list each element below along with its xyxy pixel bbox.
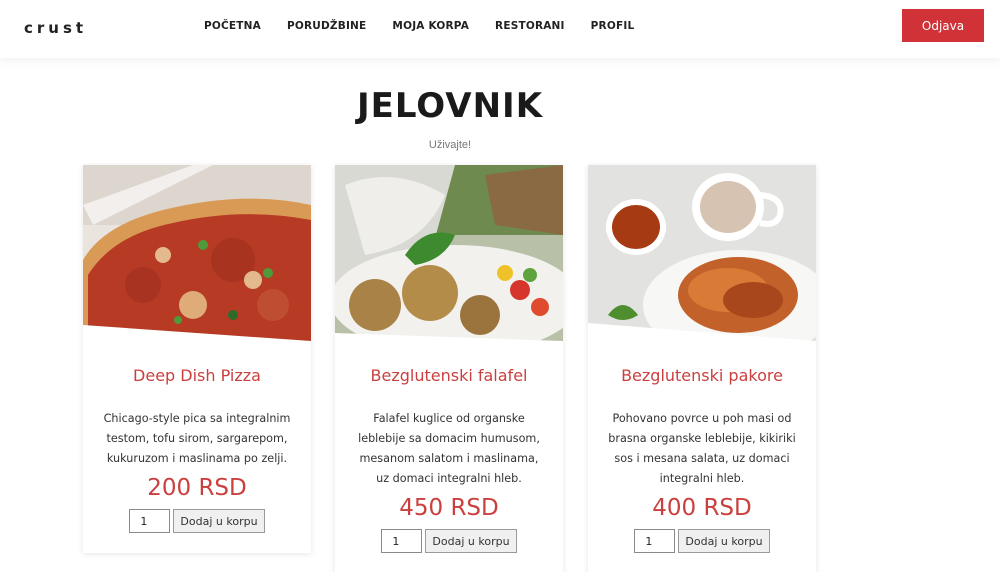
menu-item-price: 400 RSD [652,495,752,521]
menu-item-image-falafel [335,165,563,341]
add-to-cart-row: Dodaj u korpu [335,529,563,553]
add-to-cart-button[interactable]: Dodaj u korpu [173,509,265,533]
nav-item-pocetna[interactable]: POČETNA [204,20,261,32]
add-to-cart-row: Dodaj u korpu [588,529,816,553]
brand-logo[interactable]: crust [24,19,87,37]
top-header: crust POČETNA PORUDŽBINE MOJA KORPA REST… [0,0,1000,58]
add-to-cart-row: Dodaj u korpu [83,509,311,533]
menu-item-price: 450 RSD [399,495,499,521]
quantity-input[interactable] [381,529,423,553]
menu-card-pizza: Deep Dish Pizza Chicago-style pica sa in… [83,165,311,553]
main-nav: POČETNA PORUDŽBINE MOJA KORPA RESTORANI … [204,20,660,32]
nav-item-porudzbine[interactable]: PORUDŽBINE [287,20,366,32]
menu-card-falafel: Bezglutenski falafel Falafel kuglice od … [335,165,563,572]
menu-item-description: Falafel kuglice od organske leblebije sa… [358,412,540,485]
page-title: JELOVNIK [356,86,544,126]
menu-item-price: 200 RSD [147,475,247,501]
menu-item-name: Bezglutenski falafel [370,366,528,385]
nav-item-restorani[interactable]: RESTORANI [495,20,565,32]
logout-button[interactable]: Odjava [902,9,984,42]
menu-card-pakore: Bezglutenski pakore Pohovano povrce u po… [588,165,816,572]
menu-item-description: Chicago-style pica sa integralnim testom… [103,412,291,465]
nav-item-moja-korpa[interactable]: MOJA KORPA [392,20,469,32]
menu-item-description: Pohovano povrce u poh masi od brasna org… [608,412,796,485]
page-subtitle: Uživajte! [428,139,472,151]
quantity-input[interactable] [634,529,676,553]
quantity-input[interactable] [129,509,171,533]
add-to-cart-button[interactable]: Dodaj u korpu [678,529,770,553]
add-to-cart-button[interactable]: Dodaj u korpu [425,529,517,553]
menu-item-image-pakore [588,165,816,341]
menu-item-name: Deep Dish Pizza [133,366,261,385]
menu-item-image-pizza [83,165,311,341]
menu-item-name: Bezglutenski pakore [621,366,783,385]
nav-item-profil[interactable]: PROFIL [591,20,635,32]
